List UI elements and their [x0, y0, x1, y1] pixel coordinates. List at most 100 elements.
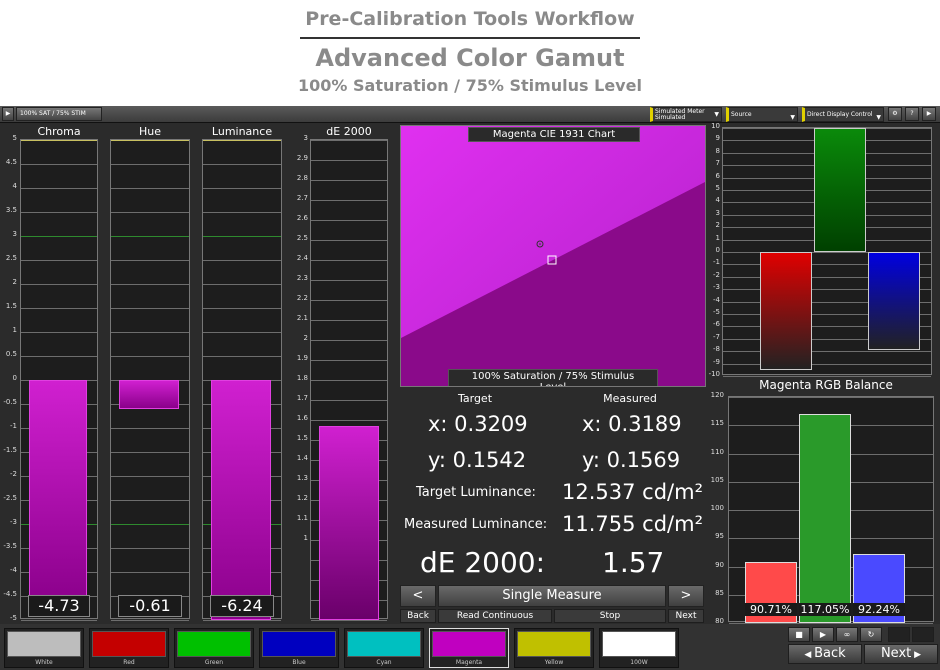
swatch-label: Green — [204, 659, 224, 666]
stop-button[interactable]: Stop — [554, 609, 666, 623]
source-dropdown[interactable]: Source ▼ — [726, 107, 798, 122]
rgb-balance-value-label: 117.05% — [799, 603, 851, 616]
swatch-magenta[interactable]: Magenta — [429, 628, 509, 668]
swatch-blue[interactable]: Blue — [259, 628, 339, 668]
gridline — [203, 260, 281, 261]
gridline — [111, 188, 189, 189]
play-icon[interactable]: ▶ — [812, 627, 834, 642]
status-light-icon — [912, 627, 934, 642]
chevron-down-icon: ▼ — [876, 114, 881, 121]
gridline — [311, 180, 387, 181]
rgb-delta-tick-label: -6 — [713, 320, 720, 329]
swatch-white[interactable]: White — [4, 628, 84, 668]
error-bar — [211, 380, 271, 620]
hue-title: Hue — [138, 125, 161, 138]
hue-bar-box — [110, 139, 190, 621]
stop-icon[interactable]: ■ — [788, 627, 810, 642]
target-y: y: 0.1542 — [428, 448, 527, 472]
gear-icon[interactable]: ⚙ — [888, 107, 902, 121]
chevron-left-icon: ◀ — [804, 650, 815, 660]
rgb-balance-tick-label: 120 — [710, 391, 724, 399]
rgb-delta-tick-label: 2 — [715, 221, 720, 230]
axis-tick-label: -4.5 — [3, 590, 17, 598]
gridline — [21, 284, 97, 285]
swatch-100w[interactable]: 100W — [599, 628, 679, 668]
de-bar-box — [310, 139, 388, 621]
gridline — [311, 280, 387, 281]
swatch-color — [7, 631, 81, 657]
back-button[interactable]: ◀ Back — [788, 644, 862, 664]
gridline — [21, 356, 97, 357]
target-luminance-value: 12.537 cd/m² — [562, 480, 703, 504]
loop-icon[interactable]: ∞ — [836, 627, 858, 642]
rgb-balance-title: Magenta RGB Balance — [759, 378, 893, 392]
meter-dropdown[interactable]: Simulated Meter Simulated ▼ — [650, 107, 722, 122]
axis-tick-label: -2 — [10, 470, 17, 478]
read-continuous-button[interactable]: Read Continuous — [438, 609, 552, 623]
next-arrow-button[interactable]: > — [668, 585, 704, 607]
rgb-delta-tick-label: 6 — [715, 171, 720, 180]
gridline — [111, 140, 189, 141]
help-icon[interactable]: ? — [905, 107, 919, 121]
rgb-balance-tick-label: 115 — [710, 419, 724, 428]
gridline — [21, 260, 97, 261]
gridline — [311, 380, 387, 381]
swatch-color — [347, 631, 421, 657]
swatch-red[interactable]: Red — [89, 628, 169, 668]
swatch-label: Cyan — [376, 659, 392, 666]
header-divider — [300, 37, 640, 39]
gridline — [729, 397, 933, 398]
cie-title: Magenta CIE 1931 Chart — [468, 127, 640, 142]
prev-button[interactable]: < — [400, 585, 436, 607]
rgb-delta-tick-label: 1 — [715, 233, 720, 242]
swatch-cyan[interactable]: Cyan — [344, 628, 424, 668]
axis-tick-label: 3.5 — [5, 206, 17, 214]
rgb-delta-tick-label: -7 — [713, 332, 720, 341]
axis-tick-label: 4 — [12, 182, 17, 190]
gridline — [21, 620, 97, 621]
rgb-delta-chart: 10 9 8 7 6 5 4 3 2 1 0 -1 -2 -3 -4 -5 -6 -7 -8 -9 -10 — [706, 122, 940, 379]
rgb-delta-tick-label: 10 — [711, 122, 720, 130]
axis-tick-label: 4.5 — [5, 158, 17, 166]
gridline — [723, 363, 931, 365]
rgb-delta-tick-label: -10 — [708, 370, 720, 378]
gridline — [111, 572, 189, 573]
swatch-label: White — [35, 659, 53, 666]
axis-tick-label: 5 — [12, 134, 17, 142]
axis-tick-label: 0.5 — [5, 350, 17, 358]
refresh-icon[interactable]: ↻ — [860, 627, 882, 642]
de-axis-tick-label: 2.4 — [296, 254, 308, 262]
expand-icon[interactable]: ▶ — [922, 107, 936, 121]
axis-tick-label: -4 — [10, 566, 17, 574]
hue-value: -0.61 — [118, 595, 182, 617]
rgb-delta-tick-label: -8 — [713, 345, 720, 354]
swatch-green[interactable]: Green — [174, 628, 254, 668]
single-measure-button[interactable]: Single Measure — [438, 585, 666, 607]
gridline — [311, 320, 387, 321]
next-small-button[interactable]: Next — [668, 609, 704, 623]
de-axis-tick-label: 2.2 — [296, 294, 308, 302]
axis-tick-label: 1 — [12, 326, 17, 334]
next-button[interactable]: Next ▶ — [864, 644, 938, 664]
chevron-down-icon: ▼ — [790, 114, 795, 121]
swatch-label: Magenta — [455, 659, 483, 666]
swatch-yellow[interactable]: Yellow — [514, 628, 594, 668]
axis-tick-label: 1.5 — [5, 302, 17, 310]
play-icon[interactable]: ▶ — [2, 107, 14, 121]
back-small-button[interactable]: Back — [400, 609, 436, 623]
gridline — [111, 548, 189, 549]
display-dropdown[interactable]: Direct Display Control ▼ — [802, 107, 884, 122]
source-label: Source — [731, 111, 752, 118]
rgb-balance-chart: 90.71% 117.05% 92.24% 120 115 110 105 100 95 90 85… — [706, 391, 940, 625]
rgb-delta-frame — [722, 127, 932, 377]
de-axis-tick-label: 2.3 — [296, 274, 308, 282]
de-axis-tick-label: 1.8 — [296, 374, 308, 382]
axis-tick-label: -1.5 — [3, 446, 17, 454]
gridline — [111, 428, 189, 429]
de-axis-tick-label: 1.6 — [296, 414, 308, 422]
page-subheading: 100% Saturation / 75% Stimulus Level — [298, 76, 642, 95]
green-delta-bar — [814, 128, 866, 252]
pattern-selector[interactable]: 100% SAT / 75% STIM — [16, 107, 102, 121]
green-balance-bar — [799, 413, 851, 623]
page-header: Pre-Calibration Tools Workflow Advanced … — [0, 0, 940, 106]
